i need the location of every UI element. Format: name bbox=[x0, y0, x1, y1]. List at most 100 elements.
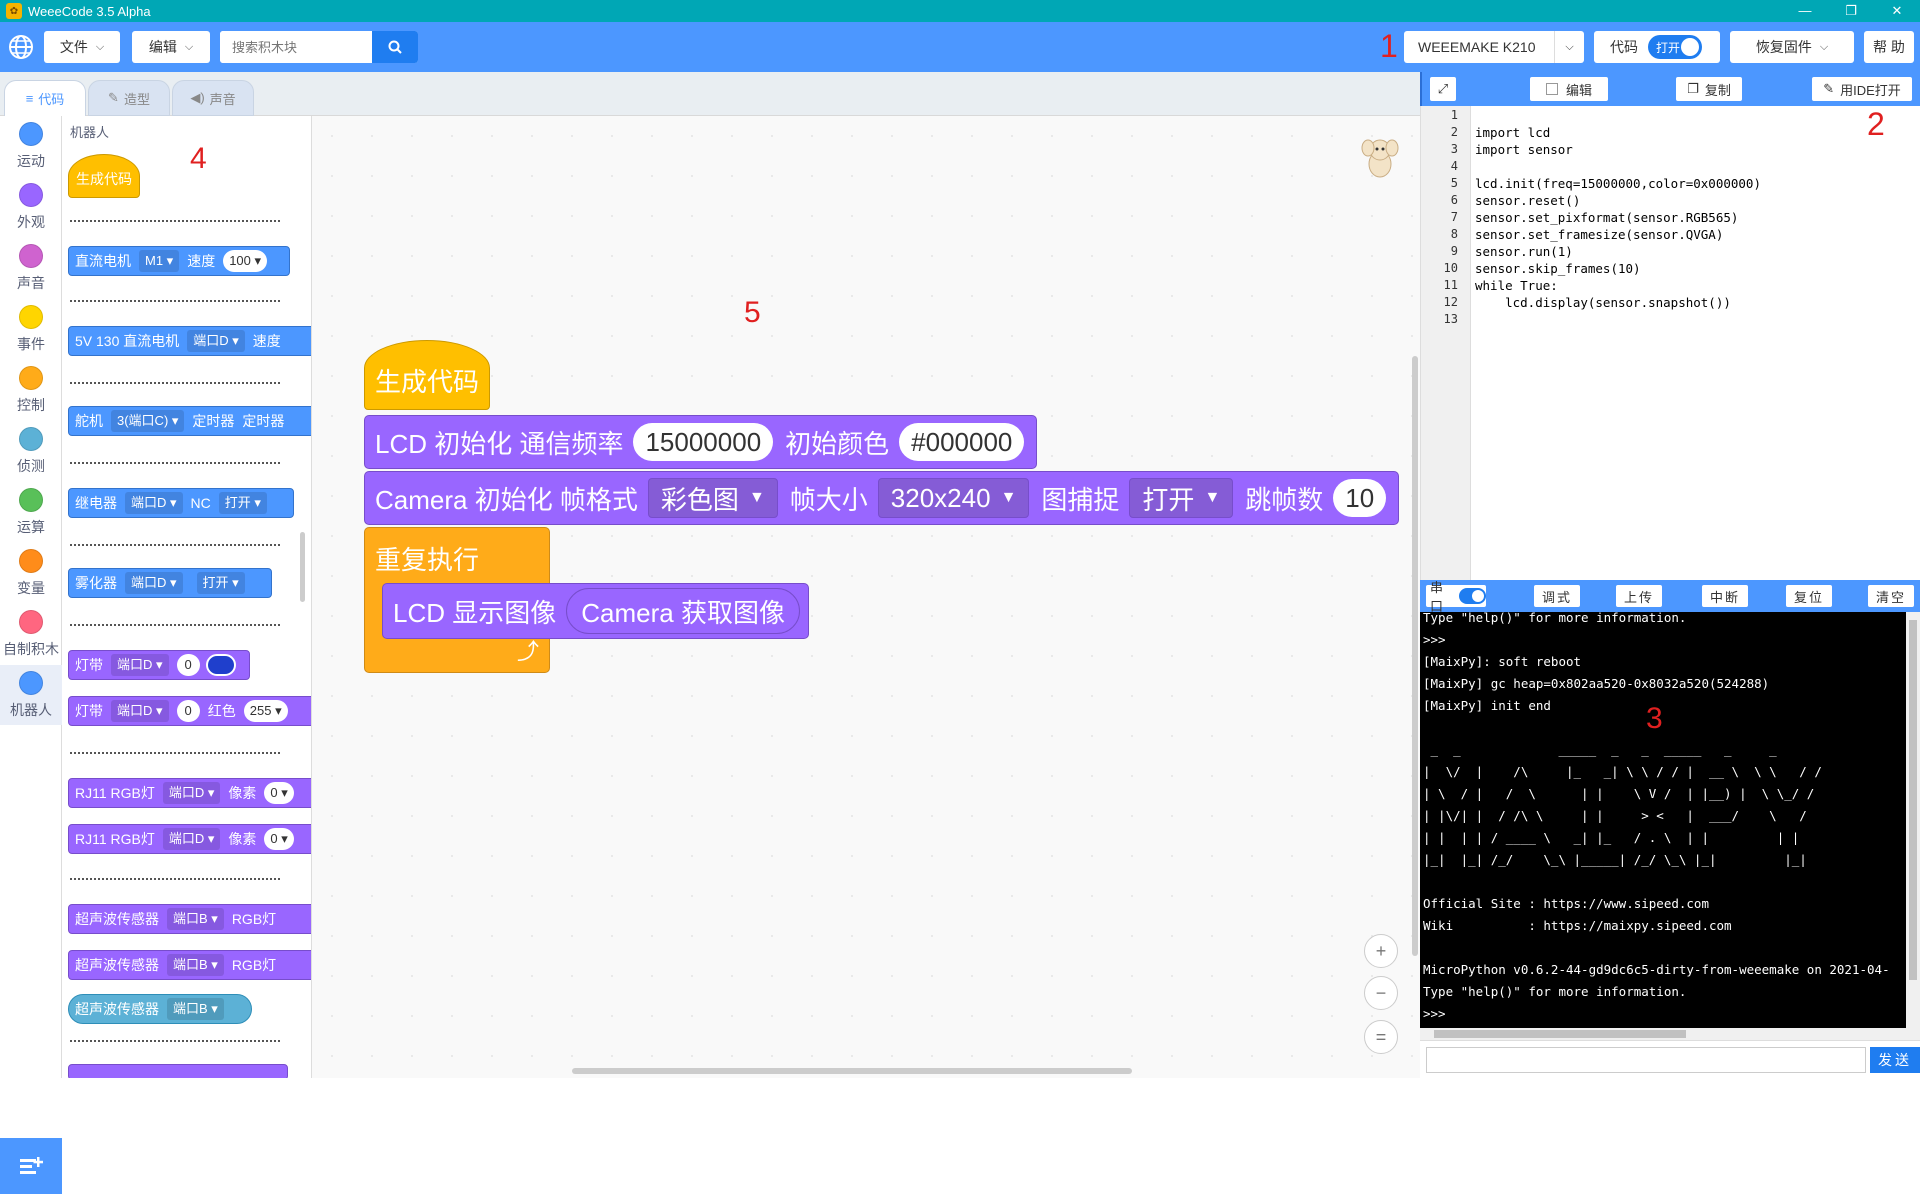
atomizer-block[interactable]: 雾化器 端口D ▾ 打开 ▾ bbox=[68, 568, 272, 598]
search-button[interactable] bbox=[372, 31, 418, 63]
workspace-hscrollbar[interactable] bbox=[572, 1068, 1132, 1074]
lcd-init-block[interactable]: LCD 初始化 通信频率 15000000 初始颜色 #000000 bbox=[364, 415, 1038, 469]
close-button[interactable]: ✕ bbox=[1874, 0, 1920, 22]
tab-sounds[interactable]: ◀) 声音 bbox=[172, 80, 254, 116]
send-button[interactable]: 发送 bbox=[1870, 1047, 1920, 1073]
port-dropdown[interactable]: 端口D ▾ bbox=[187, 330, 245, 352]
serial-input[interactable] bbox=[1426, 1047, 1866, 1073]
help-button[interactable]: 帮 助 bbox=[1864, 31, 1914, 63]
ultrasonic-block[interactable]: 超声波传感器 端口B ▾ RGB灯 bbox=[68, 950, 311, 980]
color-field[interactable]: #000000 bbox=[899, 423, 1025, 461]
tab-label: 造型 bbox=[123, 91, 150, 107]
category-events[interactable]: 事件 bbox=[0, 299, 62, 359]
edit-menu[interactable]: 编辑 ⌵ bbox=[132, 31, 210, 63]
upload-button[interactable]: 上传 bbox=[1616, 585, 1662, 607]
category-robot[interactable]: 机器人 bbox=[0, 665, 62, 725]
relay-block[interactable]: 继电器 端口D ▾ NC 打开 ▾ bbox=[68, 488, 294, 518]
motor-port-dropdown[interactable]: M1 ▾ bbox=[139, 250, 180, 272]
port-dropdown[interactable]: 端口B ▾ bbox=[167, 954, 224, 976]
palette-scrollbar[interactable] bbox=[300, 532, 305, 602]
terminal-vscrollbar[interactable] bbox=[1906, 612, 1920, 1028]
maximize-button[interactable]: ❐ bbox=[1828, 0, 1874, 22]
serial-port-toggle[interactable]: 串口 bbox=[1426, 580, 1486, 614]
port-dropdown[interactable]: 端口D ▾ bbox=[162, 828, 221, 850]
category-control[interactable]: 控制 bbox=[0, 360, 62, 420]
rj11-rgb-block[interactable]: RJ11 RGB灯 端口D ▾ 像素 0 ▾ bbox=[68, 824, 311, 854]
camera-snapshot-reporter[interactable]: Camera 获取图像 bbox=[566, 588, 800, 634]
category-sensing[interactable]: 侦测 bbox=[0, 421, 62, 481]
capture-dropdown[interactable]: 打开 ▼ bbox=[1129, 478, 1234, 518]
dc-motor-block[interactable]: 直流电机 M1 ▾ 速度 100 ▾ bbox=[68, 246, 290, 276]
language-globe-icon[interactable] bbox=[8, 34, 34, 60]
search-input[interactable] bbox=[220, 31, 372, 63]
restore-firmware-menu[interactable]: 恢复固件 ⌵ bbox=[1730, 31, 1854, 63]
serial-terminal[interactable]: 3 Type "help()" for more information. >>>… bbox=[1420, 612, 1920, 1028]
port-dropdown[interactable]: 端口D ▾ bbox=[111, 654, 169, 676]
rj11-rgb-block[interactable]: RJ11 RGB灯 端口D ▾ 像素 0 ▾ bbox=[68, 778, 311, 808]
ultrasonic-reporter-block[interactable]: 超声波传感器 端口B ▾ bbox=[68, 994, 252, 1024]
red-dropdown[interactable]: 255 ▾ bbox=[243, 700, 288, 722]
led-strip-rgb-block[interactable]: 灯带 端口D ▾ 0 红色 255 ▾ bbox=[68, 696, 311, 726]
zoom-reset-button[interactable]: = bbox=[1364, 1020, 1398, 1054]
zoom-out-button[interactable]: − bbox=[1364, 976, 1398, 1010]
port-dropdown[interactable]: 端口D ▾ bbox=[125, 492, 183, 514]
category-looks[interactable]: 外观 bbox=[0, 177, 62, 237]
category-sound[interactable]: 声音 bbox=[0, 238, 62, 298]
terminal-hscrollbar[interactable] bbox=[1420, 1028, 1920, 1040]
color-picker[interactable] bbox=[205, 654, 236, 676]
fullscreen-button[interactable]: ⤢ bbox=[1430, 77, 1456, 101]
port-dropdown[interactable]: 端口B ▾ bbox=[167, 908, 224, 930]
script-workspace[interactable]: 5 生成代码 LCD 初始化 通信频率 15000000 初始颜色 #00000… bbox=[312, 116, 1420, 1078]
frequency-field[interactable]: 15000000 bbox=[633, 423, 774, 461]
port-dropdown[interactable]: 端口D ▾ bbox=[111, 700, 169, 722]
port-dropdown[interactable]: 端口D ▾ bbox=[125, 572, 183, 594]
category-operators[interactable]: 运算 bbox=[0, 482, 62, 542]
framesize-dropdown[interactable]: 320x240 ▼ bbox=[877, 478, 1030, 518]
code-toggle[interactable]: 打开 bbox=[1648, 35, 1702, 59]
add-extension-button[interactable] bbox=[0, 1138, 62, 1194]
category-my-blocks[interactable]: 自制积木 bbox=[0, 604, 62, 664]
format-dropdown[interactable]: 彩色图 ▼ bbox=[647, 478, 778, 518]
copy-button[interactable]: ❐ 复制 bbox=[1676, 77, 1742, 101]
tab-code[interactable]: ≡ 代码 bbox=[4, 80, 86, 116]
file-menu[interactable]: 文件 ⌵ bbox=[44, 31, 120, 63]
scroll-thumb[interactable] bbox=[1434, 1030, 1686, 1038]
dropdown-value: 端口D bbox=[168, 831, 205, 846]
index-field[interactable]: 0 bbox=[176, 700, 200, 722]
open-in-ide-button[interactable]: ✎ 用IDE打开 bbox=[1812, 77, 1912, 101]
lcd-display-block[interactable]: LCD 显示图像 Camera 获取图像 bbox=[382, 583, 809, 639]
category-variables[interactable]: 变量 bbox=[0, 543, 62, 603]
ultrasonic-block[interactable]: 超声波传感器 端口B ▾ RGB灯 bbox=[68, 904, 311, 934]
pixel-dropdown[interactable]: 0 ▾ bbox=[264, 828, 294, 850]
category-motion[interactable]: 运动 bbox=[0, 116, 62, 176]
interrupt-button[interactable]: 中断 bbox=[1702, 585, 1748, 607]
edit-code-toggle[interactable]: 编辑 bbox=[1530, 77, 1608, 101]
zoom-in-button[interactable]: + bbox=[1364, 934, 1398, 968]
device-selector[interactable]: WEEEMAKE K210 ⌵ bbox=[1404, 31, 1584, 63]
port-dropdown[interactable]: 端口D ▾ bbox=[162, 782, 221, 804]
state-dropdown[interactable]: 打开 ▾ bbox=[218, 492, 267, 514]
generate-code-hat-block[interactable]: 生成代码 bbox=[68, 154, 140, 198]
checkbox[interactable] bbox=[1545, 83, 1558, 95]
generate-code-hat-block[interactable]: 生成代码 bbox=[364, 340, 490, 410]
palette-block-partial[interactable] bbox=[68, 1064, 288, 1078]
clear-button[interactable]: 清空 bbox=[1868, 585, 1914, 607]
reset-button[interactable]: 复位 bbox=[1786, 585, 1832, 607]
skip-frames-field[interactable]: 10 bbox=[1333, 479, 1387, 517]
speed-dropdown[interactable]: 100 ▾ bbox=[223, 250, 268, 272]
index-field[interactable]: 0 bbox=[176, 654, 200, 676]
code-editor[interactable]: 1 2 3 4 5 6 7 8 9 10 11 12 13 2 import lcd import sen… bbox=[1420, 106, 1920, 580]
port-dropdown[interactable]: 端口B ▾ bbox=[167, 998, 224, 1020]
state-dropdown[interactable]: 打开 ▾ bbox=[196, 572, 245, 594]
port-dropdown[interactable]: 3(端口C) ▾ bbox=[111, 410, 185, 432]
workspace-vscrollbar[interactable] bbox=[1412, 356, 1418, 956]
led-strip-block[interactable]: 灯带 端口D ▾ 0 bbox=[68, 650, 250, 680]
tab-costumes[interactable]: ✎ 造型 bbox=[88, 80, 170, 116]
camera-init-block[interactable]: Camera 初始化 帧格式 彩色图 ▼ 帧大小 320x240 ▼ 图捕捉 打开 ▼… bbox=[364, 471, 1400, 525]
minimize-button[interactable]: — bbox=[1782, 0, 1828, 22]
scroll-thumb[interactable] bbox=[1909, 620, 1917, 980]
pixel-dropdown[interactable]: 0 ▾ bbox=[264, 782, 294, 804]
servo-block[interactable]: 舵机 3(端口C) ▾ 定时器 定时器 bbox=[68, 406, 311, 436]
debug-button[interactable]: 调式 bbox=[1534, 585, 1580, 607]
dc-5v-motor-block[interactable]: 5V 130 直流电机 端口D ▾ 速度 bbox=[68, 326, 311, 356]
